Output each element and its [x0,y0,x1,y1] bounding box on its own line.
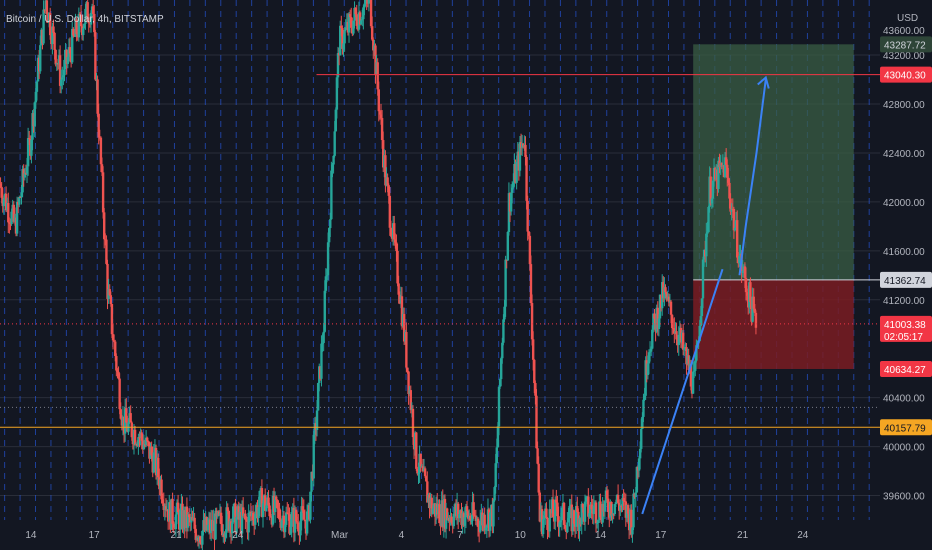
candle-body [566,522,569,532]
x-tick-label: 21 [170,530,182,541]
price-tag: 41003.3802:05:17 [880,315,932,343]
price-tag-label: 41003.38 [884,320,926,331]
candle-body [525,156,528,201]
candle-body [329,219,332,229]
candle-body [642,399,645,417]
candle-body [502,319,505,343]
chart-title: Bitcoin / U.S. Dollar, 4h, BITSTAMP [6,14,164,25]
candle-body [537,463,540,493]
candle-body [497,386,501,427]
x-tick-label: 4 [399,530,405,541]
currency-label: USD [897,13,918,24]
candle-body [39,45,42,72]
y-tick-label: 43200.00 [883,51,925,62]
candle-body [651,329,654,349]
candle-body [284,512,288,525]
candle-body [506,231,510,261]
candle-body [333,131,336,156]
price-tag-label: 41362.74 [884,276,926,287]
candle-body [749,282,752,302]
candle-body [735,220,739,258]
candle-body [495,447,498,464]
price-tag: 41362.74 [880,271,932,288]
candle-body [664,287,667,293]
candle-body [423,468,427,477]
candle-body [179,510,182,530]
price-tag: 40157.79 [880,419,932,436]
x-tick-label: 14 [25,530,37,541]
y-tick-label: 40400.00 [883,394,925,405]
candle-body [653,313,656,319]
y-tick-label: 41600.00 [883,247,925,258]
candle-body [415,432,418,469]
candle-body [129,413,132,423]
y-tick-label-top: 43600.00 [883,26,925,37]
candle-body [330,170,333,220]
candle-body [406,367,409,372]
price-tag-label: 40157.79 [884,423,926,434]
x-tick-label: 10 [515,530,527,541]
candle-body [634,492,637,498]
price-tag-label: 40634.27 [884,365,926,376]
candle-body [54,49,57,65]
x-tick-label: 17 [89,530,101,541]
candle-body [492,500,495,527]
candle-body [109,295,113,305]
x-tick-label: 24 [797,530,809,541]
candle-body [322,331,325,343]
long-position-tool[interactable] [693,44,880,369]
y-tick-label: 42000.00 [883,198,925,209]
x-tick-label: 7 [457,530,463,541]
candle-body [82,28,85,36]
candle-body [258,490,261,508]
x-tick-label: 21 [737,530,749,541]
candle-body [326,242,330,276]
candle-body [640,428,643,449]
candle-body [53,32,56,50]
y-tick-label: 41200.00 [883,296,925,307]
candle-body [323,290,326,332]
candle-body [526,200,529,232]
candle-body [754,312,758,328]
candle-body [545,508,548,518]
x-tick-label: Mar [331,530,349,541]
candle-body [411,408,415,438]
x-tick-label: 24 [232,530,244,541]
x-tick-label: 17 [655,530,667,541]
candle-body [45,0,49,15]
price-tag: 43287.72 [880,36,932,53]
candle-body [171,498,174,524]
candle-body [535,395,538,449]
candle-body [18,197,21,205]
price-tag-countdown: 02:05:17 [884,332,923,343]
candle-body [533,359,536,384]
candle-body [377,89,380,112]
candle-body [669,301,673,315]
candle-body [101,172,105,213]
candle-body [303,519,307,522]
y-tick-label: 42800.00 [883,100,925,111]
y-tick-label: 42400.00 [883,149,925,160]
candle-body [343,29,346,44]
loss-zone[interactable] [693,279,854,369]
price-tag: 40634.27 [880,360,932,377]
price-tag-label: 43040.30 [884,71,926,82]
candle-body [290,512,293,527]
price-tag: 43040.30 [880,66,932,83]
price-tag-label: 43287.72 [884,40,926,51]
y-tick-label: 40000.00 [883,443,925,454]
candle-body [52,26,55,33]
candle-body [35,81,39,92]
candle-body [405,331,408,368]
y-tick-label: 39600.00 [883,492,925,503]
price-chart[interactable]: 39600.00 40000.00 40400.00 41200.00 41600.00… [0,0,932,550]
x-tick-label: 14 [595,530,607,541]
candle-body [531,339,535,360]
candle-body [94,32,97,80]
